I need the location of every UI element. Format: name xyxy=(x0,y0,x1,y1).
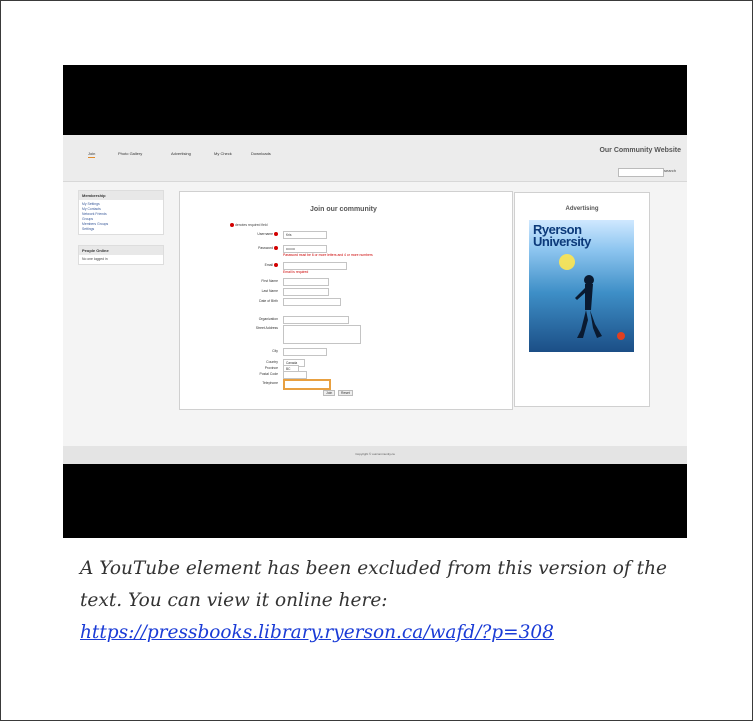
required-icon xyxy=(274,263,278,268)
site-header: Join Photo Gallery Advertising My Check … xyxy=(63,135,687,182)
city-field[interactable] xyxy=(283,348,327,356)
tab-photo-gallery[interactable]: Photo Gallery xyxy=(118,151,142,156)
required-icon xyxy=(274,246,278,251)
password-label: Password xyxy=(218,246,278,251)
search-button[interactable]: search xyxy=(664,168,676,173)
join-button[interactable]: Join xyxy=(323,390,336,396)
video-link[interactable]: https://pressbooks.library.ryerson.ca/wa… xyxy=(80,622,554,643)
last-name-field[interactable] xyxy=(283,288,329,296)
sidebar-item[interactable]: Settings xyxy=(82,227,160,232)
organization-label: Organization xyxy=(258,317,278,321)
username-field[interactable]: Kris xyxy=(283,231,327,239)
last-name-label: Last Name xyxy=(261,289,278,293)
website-screenshot: Join Photo Gallery Advertising My Check … xyxy=(63,135,687,464)
required-note: denotes required field xyxy=(230,223,288,228)
organization-field[interactable] xyxy=(283,316,349,324)
sidebar: Membership My Settings My Contacts Netwo… xyxy=(78,190,164,275)
people-online-box: People Online No one logged in xyxy=(78,245,164,265)
country-label: Country xyxy=(266,360,278,364)
advertising-title: Advertising xyxy=(565,206,599,212)
tab-join[interactable]: Join xyxy=(88,151,96,158)
site-title: Our Community Website xyxy=(599,147,681,154)
email-label: Email xyxy=(218,263,278,268)
password-field[interactable]: •••••••• xyxy=(283,245,327,253)
postal-code-label: Postal Code xyxy=(259,372,278,376)
dob-label: Date of Birth xyxy=(259,299,278,303)
people-online-text: No one logged in xyxy=(82,257,108,261)
join-form: Join our community denotes required fiel… xyxy=(179,191,513,410)
password-error: Password must be 6 or more letters and 4… xyxy=(283,253,373,257)
membership-box: Membership My Settings My Contacts Netwo… xyxy=(78,190,164,235)
magazine-ad-image[interactable]: Ryerson University xyxy=(529,220,634,352)
province-label: Province xyxy=(264,366,278,370)
search-input[interactable] xyxy=(618,168,664,177)
email-field[interactable] xyxy=(283,262,347,270)
telephone-field[interactable] xyxy=(283,379,331,390)
caption-text: A YouTube element has been excluded from… xyxy=(80,558,667,611)
form-title: Join our community xyxy=(310,206,377,213)
tab-downloads[interactable]: Downloads xyxy=(251,151,271,156)
site-footer: Copyright © ourcommunity.ca xyxy=(63,446,687,464)
required-icon xyxy=(230,223,234,228)
dob-field[interactable] xyxy=(283,298,341,306)
magazine-title-line2: University xyxy=(533,234,591,249)
required-icon xyxy=(274,232,278,237)
youtube-excluded-caption: A YouTube element has been excluded from… xyxy=(80,553,710,649)
city-label: City xyxy=(272,349,278,353)
first-name-field[interactable] xyxy=(283,278,329,286)
youtube-video[interactable]: Join Photo Gallery Advertising My Check … xyxy=(63,65,687,538)
magazine-graphic xyxy=(559,254,575,270)
tab-advertising[interactable]: Advertising xyxy=(171,151,191,156)
magazine-graphic xyxy=(617,332,625,340)
postal-code-field[interactable] xyxy=(283,371,307,379)
advertising-panel: Advertising Ryerson University xyxy=(514,192,650,407)
membership-title: Membership xyxy=(79,191,163,200)
reset-button[interactable]: Reset xyxy=(338,390,353,396)
first-name-label: First Name xyxy=(261,279,278,283)
email-error: Email is required xyxy=(283,270,309,274)
street-field[interactable] xyxy=(283,325,361,344)
username-label: Username xyxy=(218,232,278,237)
copyright-text: Copyright © ourcommunity.ca xyxy=(355,452,395,456)
telephone-label: Telephone xyxy=(262,381,278,385)
tab-my-check[interactable]: My Check xyxy=(214,151,232,156)
people-online-title: People Online xyxy=(79,246,163,255)
diver-illustration xyxy=(575,275,602,338)
street-label: Street Address xyxy=(255,326,278,330)
